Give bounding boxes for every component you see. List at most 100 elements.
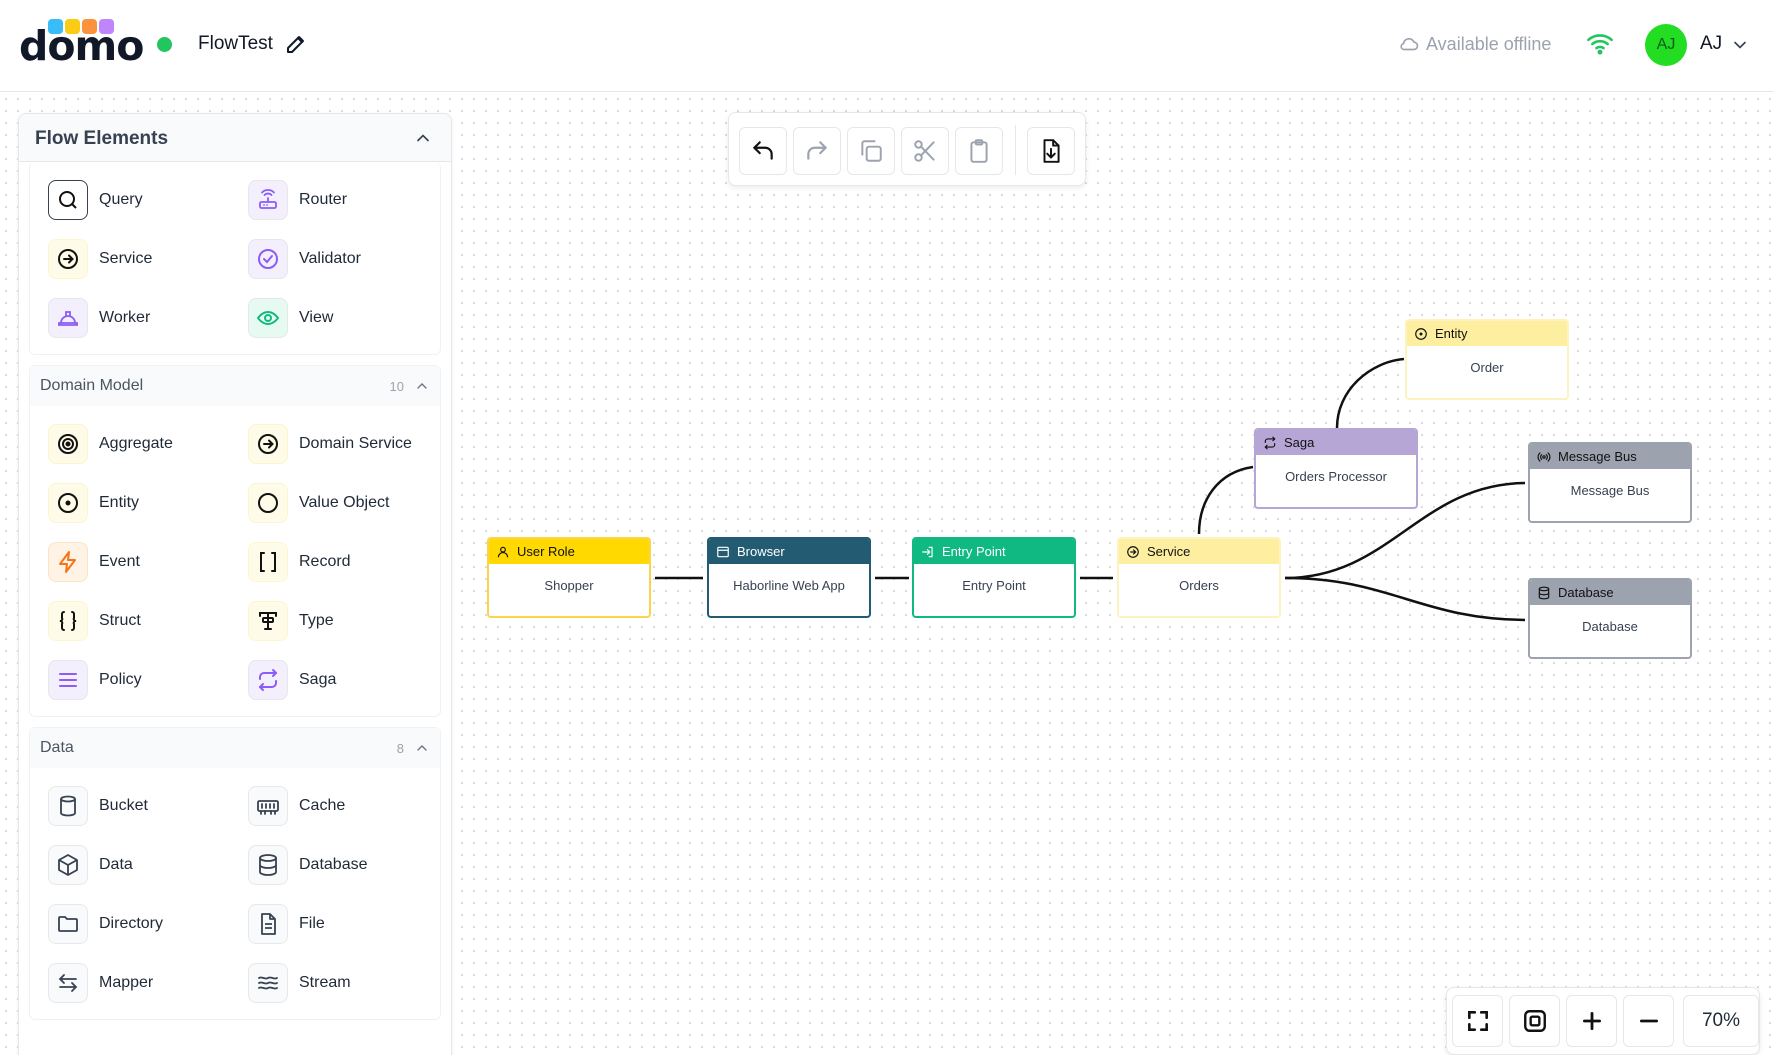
copy-button[interactable] [847, 127, 895, 175]
node-entity[interactable]: Entity Order [1405, 319, 1569, 400]
element-event[interactable]: Event [48, 542, 248, 582]
element-directory[interactable]: Directory [48, 904, 248, 944]
node-message-bus[interactable]: Message Bus Message Bus [1528, 442, 1692, 523]
user-name[interactable]: AJ [1700, 33, 1722, 55]
node-label: Entry Point [962, 578, 1026, 593]
node-header: Entry Point [914, 539, 1074, 564]
node-label: Message Bus [1570, 483, 1650, 498]
group-count: 8 [396, 741, 404, 756]
broadcast-icon [1537, 451, 1551, 462]
element-cache[interactable]: Cache [248, 786, 448, 826]
router-icon [248, 180, 288, 220]
fit-view-button[interactable] [1509, 995, 1560, 1047]
element-bucket[interactable]: Bucket [48, 786, 248, 826]
redo-button[interactable] [793, 127, 841, 175]
paste-button[interactable] [955, 127, 1003, 175]
element-data[interactable]: Data [48, 845, 248, 885]
undo-button[interactable] [739, 127, 787, 175]
scissors-icon [914, 140, 935, 162]
node-label: Database [1582, 619, 1638, 634]
logo-text: domo [19, 22, 144, 70]
pencil-icon[interactable] [284, 32, 308, 56]
element-group-data: Data 8 Bucket Cache Data Database Direct… [29, 727, 441, 1020]
element-record[interactable]: Record [248, 542, 448, 582]
element-database[interactable]: Database [248, 845, 448, 885]
waves-icon [248, 963, 288, 1003]
node-user-role[interactable]: User Role Shopper [487, 537, 651, 618]
domo-logo[interactable]: domo [19, 16, 144, 70]
node-header: User Role [489, 539, 649, 564]
node-label: Orders Processor [1285, 469, 1387, 484]
repeat-icon [1264, 436, 1276, 449]
project-name[interactable]: FlowTest [198, 33, 273, 55]
element-group-general: Query Router Service Validator Worker Vi… [29, 162, 441, 355]
braces-icon [48, 601, 88, 641]
element-mapper[interactable]: Mapper [48, 963, 248, 1003]
zoom-out-button[interactable] [1623, 995, 1674, 1047]
node-database[interactable]: Database Database [1528, 578, 1692, 659]
lines-icon [48, 660, 88, 700]
node-label: Order [1470, 360, 1504, 375]
element-view[interactable]: View [248, 298, 448, 338]
copy-icon [861, 140, 882, 162]
circle-icon [248, 483, 288, 523]
element-router[interactable]: Router [248, 180, 448, 220]
element-group-domain-model: Domain Model 10 Aggregate Domain Service… [29, 365, 441, 717]
repeat-icon [248, 660, 288, 700]
hardhat-icon [48, 298, 88, 338]
element-file[interactable]: File [248, 904, 448, 944]
dot-circle-icon [1415, 327, 1427, 340]
node-saga[interactable]: Saga Orders Processor [1254, 428, 1418, 509]
node-header: Database [1530, 580, 1690, 605]
search-icon [48, 180, 88, 220]
toolbar-separator [1015, 125, 1016, 175]
element-service[interactable]: Service [48, 239, 248, 279]
export-button[interactable] [1027, 127, 1075, 175]
zoom-level[interactable]: 70% [1683, 995, 1759, 1047]
node-label: Shopper [544, 578, 594, 593]
node-label: Haborline Web App [733, 578, 845, 593]
zoom-in-button[interactable] [1566, 995, 1617, 1047]
app-header: domo FlowTest Available offline AJ AJ [0, 0, 1774, 92]
file-download-icon [1043, 139, 1060, 163]
clipboard-icon [970, 139, 988, 163]
element-policy[interactable]: Policy [48, 660, 248, 700]
group-header-domain-model[interactable]: Domain Model 10 [30, 366, 440, 406]
element-struct[interactable]: Struct [48, 601, 248, 641]
node-header: Entity [1407, 321, 1567, 346]
flow-elements-panel: Flow Elements Query Router Service Valid… [18, 113, 452, 1055]
edit-toolbar [728, 112, 1086, 186]
node-entry-point[interactable]: Entry Point Entry Point [912, 537, 1076, 618]
element-saga[interactable]: Saga [248, 660, 448, 700]
chevron-up-icon[interactable] [414, 378, 430, 394]
chevron-up-icon[interactable] [413, 128, 433, 148]
avatar[interactable]: AJ [1645, 24, 1687, 66]
offline-status[interactable]: Available offline [1398, 33, 1551, 55]
fit-view-icon [1523, 1010, 1546, 1032]
group-header-data[interactable]: Data 8 [30, 728, 440, 768]
chevron-up-icon[interactable] [414, 740, 430, 756]
node-service[interactable]: Service Orders [1117, 537, 1281, 618]
node-browser[interactable]: Browser Haborline Web App [707, 537, 871, 618]
element-value-object[interactable]: Value Object [248, 483, 448, 523]
element-validator[interactable]: Validator [248, 239, 448, 279]
element-entity[interactable]: Entity [48, 483, 248, 523]
cube-icon [48, 845, 88, 885]
element-domain-service[interactable]: Domain Service [248, 424, 448, 464]
node-header: Browser [709, 539, 869, 564]
memory-icon [248, 786, 288, 826]
browser-icon [717, 546, 729, 557]
panel-header[interactable]: Flow Elements [19, 114, 451, 162]
element-aggregate[interactable]: Aggregate [48, 424, 248, 464]
fullscreen-button[interactable] [1452, 995, 1503, 1047]
cut-button[interactable] [901, 127, 949, 175]
chevron-down-icon[interactable] [1730, 35, 1750, 55]
fullscreen-icon [1467, 1011, 1488, 1031]
element-query[interactable]: Query [48, 180, 248, 220]
element-worker[interactable]: Worker [48, 298, 248, 338]
element-type[interactable]: Type [248, 601, 448, 641]
arrow-circle-icon [248, 424, 288, 464]
node-header: Message Bus [1530, 444, 1690, 469]
element-stream[interactable]: Stream [248, 963, 448, 1003]
file-icon [248, 904, 288, 944]
